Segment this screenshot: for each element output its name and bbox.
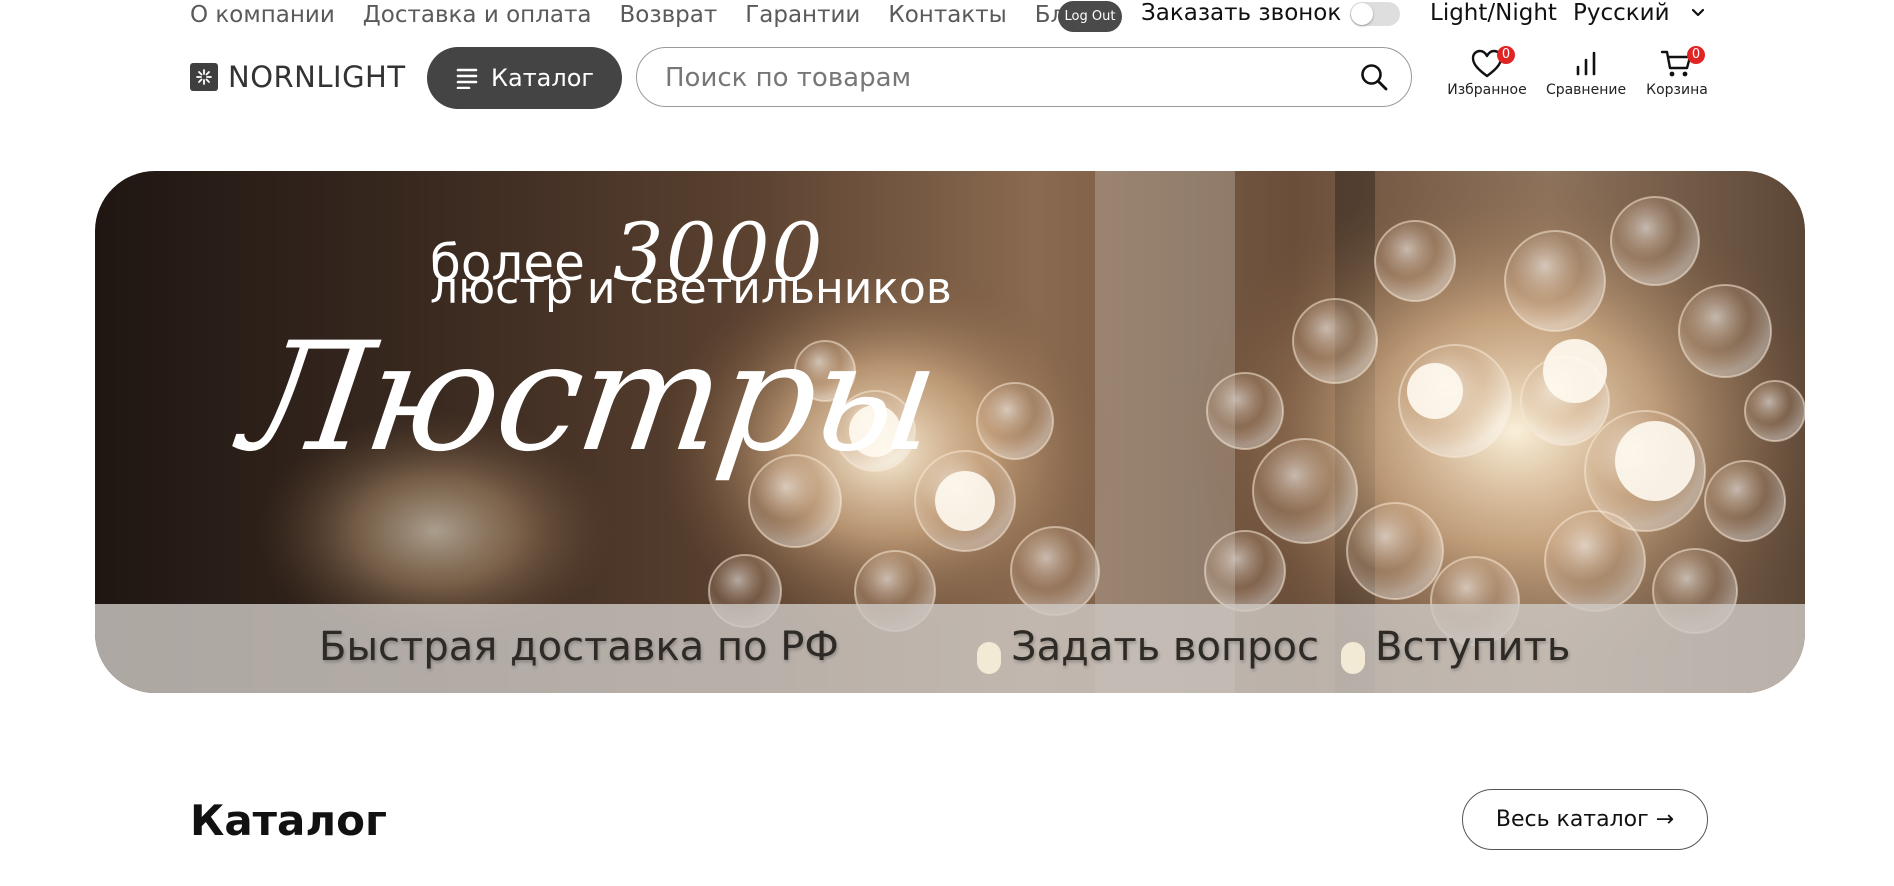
favorites-link[interactable]: 0 Избранное [1442, 46, 1532, 98]
language-select[interactable]: Русский [1573, 0, 1670, 26]
logo-text: NORNLIGHT [228, 60, 406, 94]
banner-strip: Быстрая доставка по РФ Задать вопрос Вст… [95, 604, 1805, 693]
banner-join-link[interactable]: Вступить [1375, 624, 1570, 670]
catalog-heading: Каталог [190, 796, 387, 845]
nav-link-delivery[interactable]: Доставка и оплата [363, 2, 592, 28]
favorites-label: Избранное [1447, 82, 1527, 98]
callback-link[interactable]: Заказать звонок [1141, 0, 1341, 26]
all-catalog-button[interactable]: Весь каталог → [1462, 789, 1708, 850]
cart-label: Корзина [1646, 82, 1708, 98]
menu-icon [456, 68, 478, 89]
top-nav: О компании Доставка и оплата Возврат Гар… [190, 0, 1119, 30]
search-bar [636, 47, 1412, 107]
logo-icon [190, 63, 218, 91]
catalog-button-label: Каталог [490, 64, 595, 92]
favorites-badge: 0 [1497, 46, 1515, 64]
logo[interactable]: NORNLIGHT [190, 60, 406, 94]
banner-subheadline: люстр и светильников [430, 263, 952, 314]
theme-toggle[interactable] [1350, 2, 1400, 26]
chevron-down-icon[interactable] [1689, 4, 1707, 22]
catalog-button[interactable]: Каталог [427, 47, 622, 109]
cart-link[interactable]: 0 Корзина [1632, 46, 1722, 98]
search-input[interactable] [663, 56, 1327, 100]
nav-link-contacts[interactable]: Контакты [888, 2, 1006, 28]
cart-badge: 0 [1687, 46, 1705, 64]
banner-ask-link[interactable]: Задать вопрос [1011, 624, 1319, 670]
toggle-knob [1351, 3, 1373, 25]
bullet-icon [1341, 642, 1365, 674]
compare-link[interactable]: Сравнение [1541, 48, 1631, 98]
hero-banner[interactable]: более 3000 люстр и светильников Люстры Бы… [95, 171, 1805, 693]
bullet-icon [977, 642, 1001, 674]
banner-delivery-text: Быстрая доставка по РФ [319, 624, 839, 670]
nav-link-warranty[interactable]: Гарантии [745, 2, 860, 28]
nav-link-returns[interactable]: Возврат [619, 2, 717, 28]
bar-chart-icon [1576, 51, 1596, 76]
nav-link-about[interactable]: О компании [190, 2, 335, 28]
banner-script-title: Люстры [232, 311, 947, 485]
search-icon[interactable] [1359, 62, 1389, 92]
compare-label: Сравнение [1545, 82, 1627, 98]
logout-button[interactable]: Log Out [1058, 1, 1122, 32]
theme-label: Light/Night [1430, 0, 1557, 26]
